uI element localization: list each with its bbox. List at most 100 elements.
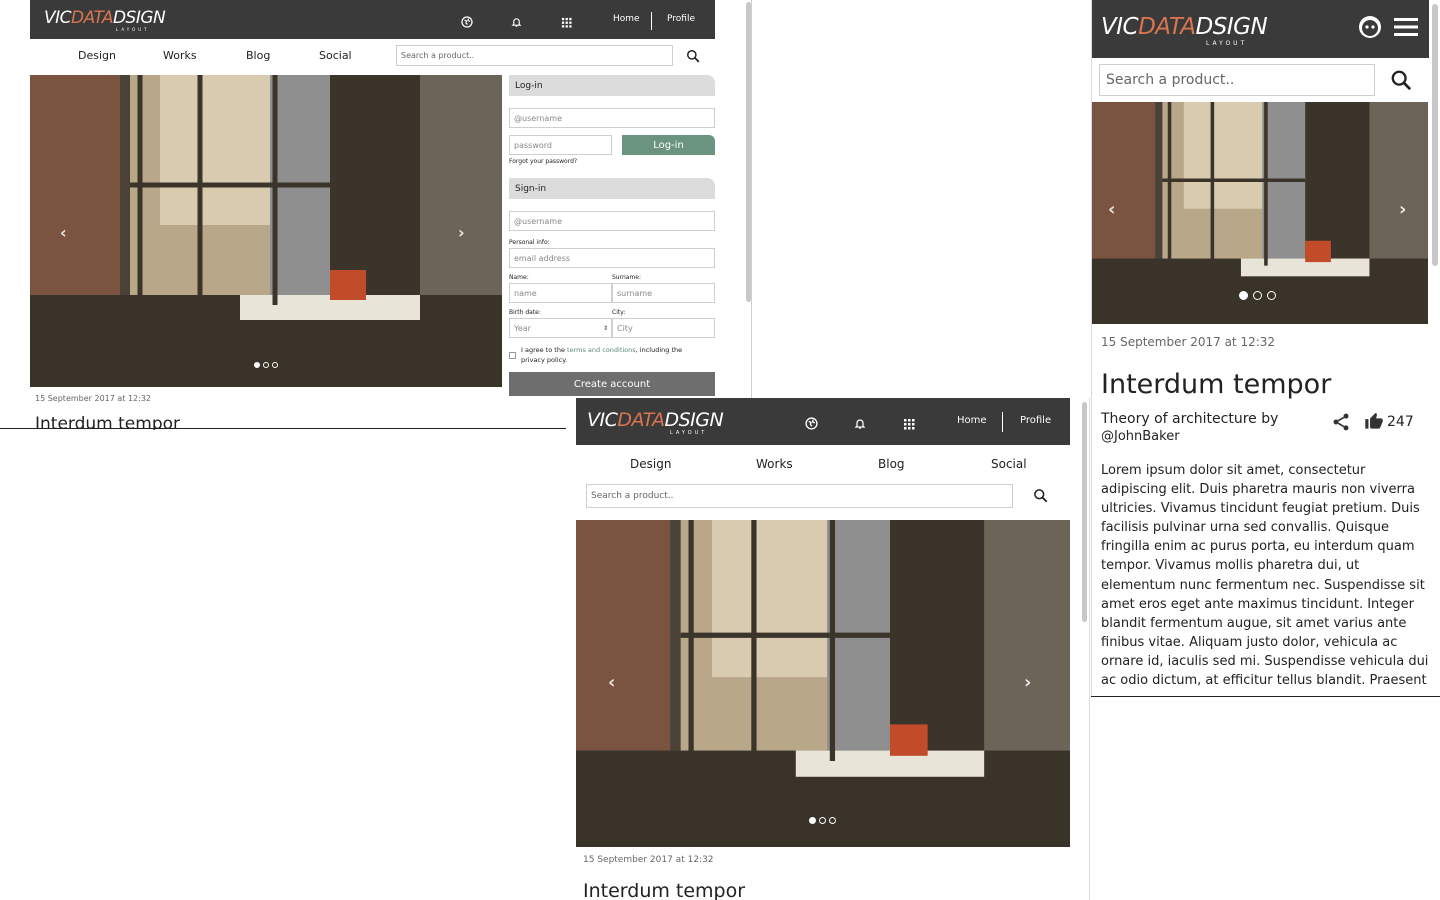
birth-date-label: Birth date: bbox=[509, 309, 541, 316]
nav-social[interactable]: Social bbox=[991, 457, 1027, 471]
article-body: Lorem ipsum dolor sit amet, consectetur … bbox=[1101, 461, 1431, 690]
nav-works[interactable]: Works bbox=[163, 49, 197, 62]
carousel-prev-icon[interactable]: ‹ bbox=[608, 672, 615, 693]
terms-text: I agree to the terms and conditions, inc… bbox=[521, 346, 683, 354]
login-password-field[interactable]: password bbox=[509, 135, 612, 155]
body-line: tempor. Vivamus mollis pharetra dui, ut bbox=[1101, 558, 1360, 574]
frame-bottom-border bbox=[0, 428, 566, 429]
carousel-next-icon[interactable]: › bbox=[1399, 199, 1406, 220]
search-input[interactable]: Search a product.. bbox=[1099, 64, 1375, 96]
forgot-password-link[interactable]: Forgot your password? bbox=[509, 158, 577, 165]
globe-icon[interactable] bbox=[460, 13, 474, 28]
surname-label: Surname: bbox=[612, 274, 642, 281]
search-icon[interactable] bbox=[1390, 69, 1412, 95]
signin-username-field[interactable]: @username bbox=[509, 211, 715, 231]
grid-icon[interactable] bbox=[902, 415, 916, 430]
nav-blog[interactable]: Blog bbox=[246, 49, 270, 62]
article-author[interactable]: @JohnBaker bbox=[1101, 429, 1180, 444]
carousel-dot[interactable] bbox=[254, 362, 260, 368]
logo[interactable]: VICDATADSIGN bbox=[1101, 16, 1268, 39]
terms-link[interactable]: terms and conditions bbox=[567, 346, 636, 354]
search-icon[interactable] bbox=[686, 48, 700, 67]
profile-link[interactable]: Profile bbox=[667, 14, 695, 24]
globe-icon[interactable] bbox=[804, 415, 818, 430]
login-username-field[interactable]: @username bbox=[509, 108, 715, 128]
bell-icon[interactable] bbox=[509, 13, 523, 28]
carousel-dots[interactable] bbox=[1239, 291, 1276, 300]
header-separator bbox=[651, 12, 652, 30]
like-icon[interactable] bbox=[1364, 412, 1384, 435]
login-heading: Log-in bbox=[509, 75, 715, 96]
terms-text-line2: privacy policy. bbox=[521, 356, 568, 364]
article-date: 15 September 2017 at 12:32 bbox=[1101, 335, 1276, 349]
carousel-dot[interactable] bbox=[1239, 291, 1248, 300]
mobile-frame: VICDATADSIGN LAYOUT Search a product.. ‹ bbox=[1091, 0, 1440, 697]
logo-subtitle: LAYOUT bbox=[1206, 40, 1248, 47]
nav-design[interactable]: Design bbox=[78, 49, 116, 62]
grid-icon[interactable] bbox=[559, 13, 573, 28]
body-line: finibus vitae. Aliquam justo dolor, vehi… bbox=[1101, 634, 1398, 650]
carousel-dot[interactable] bbox=[829, 817, 836, 824]
home-link[interactable]: Home bbox=[957, 415, 987, 426]
header-bar: VICDATADSIGN LAYOUT Home Profile bbox=[30, 0, 715, 39]
search-input[interactable]: Search a product.. bbox=[396, 45, 673, 66]
nav-social[interactable]: Social bbox=[319, 49, 352, 62]
share-icon[interactable] bbox=[1331, 412, 1351, 436]
home-link[interactable]: Home bbox=[613, 14, 640, 24]
carousel-dot[interactable] bbox=[819, 817, 826, 824]
carousel-next-icon[interactable]: › bbox=[1024, 672, 1031, 693]
article-title: Interdum tempor bbox=[1101, 369, 1332, 400]
create-account-button[interactable]: Create account bbox=[509, 372, 715, 396]
select-arrows-icon: ⇕ bbox=[602, 324, 608, 332]
body-line: fringilla enim ac purus porta, eu interd… bbox=[1101, 539, 1415, 555]
scrollbar[interactable] bbox=[1082, 402, 1087, 622]
article-date: 15 September 2017 at 12:32 bbox=[35, 394, 152, 403]
city-field[interactable]: City bbox=[612, 318, 715, 338]
frame-divider bbox=[1089, 398, 1090, 900]
signin-heading: Sign-in bbox=[509, 178, 715, 199]
logo[interactable]: VICDATADSIGN bbox=[44, 10, 166, 27]
menu-icon[interactable] bbox=[1393, 17, 1419, 39]
carousel-dot[interactable] bbox=[1267, 291, 1276, 300]
article-title: Interdum tempor bbox=[583, 880, 746, 900]
hero-photo: ‹ › bbox=[576, 520, 1070, 847]
body-line: facilisis pulvinar urna sed convallis. Q… bbox=[1101, 520, 1389, 536]
login-button[interactable]: Log-in bbox=[622, 135, 715, 155]
nav-works[interactable]: Works bbox=[756, 457, 793, 471]
frame-divider bbox=[1091, 0, 1092, 696]
carousel-dots[interactable] bbox=[254, 362, 278, 368]
scrollbar[interactable] bbox=[1432, 4, 1438, 266]
surname-field[interactable]: surname bbox=[612, 283, 715, 303]
logo-subtitle: LAYOUT bbox=[670, 430, 708, 436]
name-field[interactable]: name bbox=[509, 283, 612, 303]
search-input[interactable]: Search a product.. bbox=[586, 484, 1013, 508]
body-line: Lorem ipsum dolor sit amet, consectetur bbox=[1101, 463, 1366, 478]
profile-link[interactable]: Profile bbox=[1020, 415, 1051, 426]
nav-design[interactable]: Design bbox=[630, 457, 671, 471]
article-date: 15 September 2017 at 12:32 bbox=[583, 855, 714, 865]
hero-photo: ‹ › bbox=[1091, 102, 1428, 324]
search-icon[interactable] bbox=[1033, 488, 1048, 507]
birth-year-value: Year bbox=[514, 323, 531, 333]
bell-icon[interactable] bbox=[853, 415, 867, 429]
carousel-dot[interactable] bbox=[272, 362, 278, 368]
name-label: Name: bbox=[509, 274, 529, 281]
birth-year-select[interactable]: Year ⇕ bbox=[509, 318, 612, 338]
carousel-next-icon[interactable]: › bbox=[458, 223, 465, 242]
body-line: blandit fermentum augue, sit amet varius… bbox=[1101, 615, 1407, 631]
carousel-prev-icon[interactable]: ‹ bbox=[60, 223, 67, 242]
carousel-dots[interactable] bbox=[809, 817, 836, 824]
nav-blog[interactable]: Blog bbox=[878, 457, 905, 471]
logo[interactable]: VICDATADSIGN bbox=[587, 411, 724, 430]
carousel-dot[interactable] bbox=[263, 362, 269, 368]
terms-checkbox[interactable] bbox=[509, 352, 516, 359]
body-line: adipiscing elit. Duis pharetra mauris no… bbox=[1101, 482, 1415, 498]
carousel-dot[interactable] bbox=[1253, 291, 1262, 300]
body-line: ultricies. Vivamus tincidunt feugiat pre… bbox=[1101, 501, 1420, 517]
like-count: 247 bbox=[1387, 414, 1414, 430]
carousel-prev-icon[interactable]: ‹ bbox=[1108, 199, 1115, 220]
carousel-dot[interactable] bbox=[809, 817, 816, 824]
header-separator bbox=[1002, 412, 1003, 432]
email-field[interactable]: email address bbox=[509, 248, 715, 268]
avatar-icon[interactable] bbox=[1357, 15, 1383, 41]
